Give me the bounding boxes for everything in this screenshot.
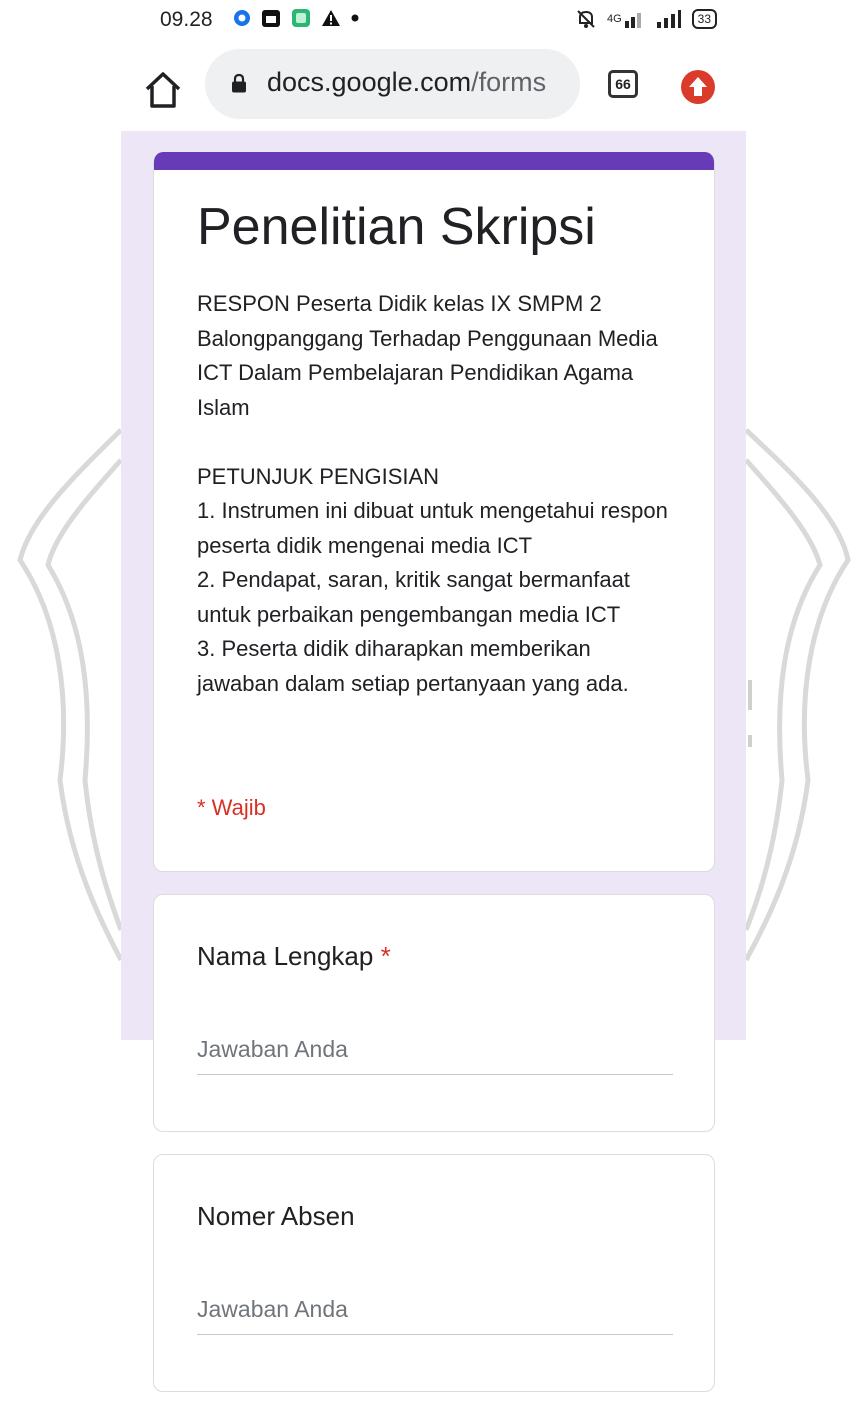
location-dot-icon: [234, 10, 250, 26]
url-path: /forms: [471, 67, 547, 97]
question-title: Nomer Absen: [197, 1201, 355, 1231]
notification-icons: [233, 8, 359, 28]
required-note: * Wajib: [197, 795, 266, 820]
nomer-absen-input[interactable]: [197, 1293, 673, 1335]
battery-icon: 33: [691, 9, 717, 29]
required-star: *: [380, 941, 391, 971]
mute-bell-icon: [577, 10, 595, 28]
tabs-button[interactable]: 66: [608, 70, 638, 98]
form-description: RESPON Peserta Didik kelas IX SMPM 2 Bal…: [197, 291, 668, 696]
url-bar[interactable]: docs.google.com/forms: [205, 49, 580, 119]
status-bar: 09.28 4G 33: [0, 0, 865, 44]
question-card-absen: Nomer Absen: [153, 1154, 715, 1392]
update-arrow-icon[interactable]: [681, 70, 715, 104]
form-header-card: Penelitian Skripsi RESPON Peserta Didik …: [153, 152, 715, 872]
lock-icon: [232, 73, 246, 93]
nama-lengkap-input[interactable]: [197, 1033, 673, 1075]
calendar-icon: [262, 10, 280, 27]
accent-band: [154, 152, 714, 170]
network-type-label: 4G: [606, 13, 622, 25]
question-title: Nama Lengkap: [197, 941, 374, 971]
question-label: Nama Lengkap *: [197, 941, 391, 972]
system-icons: 4G 33: [575, 8, 717, 30]
url-domain: docs.google.com: [267, 67, 472, 97]
dot-icon: [351, 14, 359, 22]
signal-bars-icon: [656, 10, 681, 28]
warning-icon: [322, 10, 340, 26]
question-card-nama: Nama Lengkap *: [153, 894, 715, 1132]
status-time: 09.28: [160, 8, 213, 31]
home-icon[interactable]: [143, 71, 183, 109]
form-title: Penelitian Skripsi: [197, 198, 596, 256]
battery-level: 33: [697, 12, 711, 26]
browser-toolbar: docs.google.com/forms 66: [0, 44, 865, 130]
question-label: Nomer Absen: [197, 1201, 355, 1232]
signal-4g-icon: [624, 13, 641, 28]
app-square-icon: [292, 9, 310, 27]
url-text: docs.google.com/forms: [267, 67, 546, 98]
tab-count: 66: [615, 76, 631, 92]
